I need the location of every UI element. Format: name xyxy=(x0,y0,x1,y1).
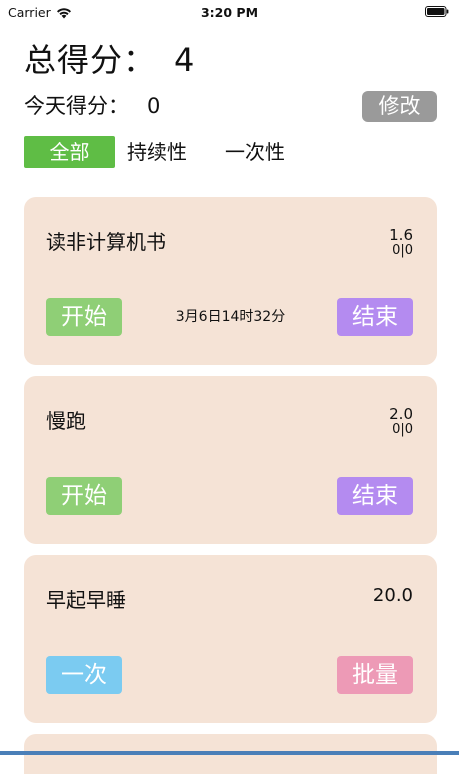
task-score: 2.0 0|0 xyxy=(389,406,413,438)
tab-continuous[interactable]: 持续性 xyxy=(127,136,187,168)
end-button[interactable]: 结束 xyxy=(337,298,413,336)
task-title: 早起早睡 xyxy=(46,588,126,612)
task-title: 读非计算机书 xyxy=(46,230,166,254)
today-score-row: 今天得分： 0 xyxy=(24,92,160,120)
task-list: 读非计算机书 1.6 0|0 开始 3月6日14时32分 结束 慢跑 2.0 0… xyxy=(24,197,437,734)
status-bar: Carrier 3:20 PM xyxy=(0,0,459,26)
end-button[interactable]: 结束 xyxy=(337,477,413,515)
bottom-edge-bar xyxy=(0,751,459,755)
tab-one-time[interactable]: 一次性 xyxy=(225,136,285,168)
task-score: 1.6 0|0 xyxy=(389,227,413,259)
task-card: 慢跑 2.0 0|0 开始 结束 xyxy=(24,376,437,544)
total-score-value: 4 xyxy=(174,41,195,79)
total-score-label: 总得分： xyxy=(24,41,157,79)
task-score-value: 2.0 xyxy=(389,405,413,423)
status-time: 3:20 PM xyxy=(200,5,259,20)
task-score-value: 20.0 xyxy=(372,585,413,606)
once-button[interactable]: 一次 xyxy=(46,656,122,694)
task-card: 早起早睡 20.0 一次 批量 xyxy=(24,555,437,723)
tab-all[interactable]: 全部 xyxy=(24,136,115,168)
task-score: 20.0 xyxy=(373,585,413,607)
today-score-label: 今天得分： xyxy=(24,94,129,118)
task-score-counts: 0|0 xyxy=(392,422,413,437)
task-score-value: 1.6 xyxy=(389,226,413,244)
today-score-value: 0 xyxy=(147,94,161,118)
task-title: 慢跑 xyxy=(46,409,86,433)
batch-button[interactable]: 批量 xyxy=(337,656,413,694)
total-score-row: 总得分： 4 xyxy=(24,38,194,82)
edit-button[interactable]: 修改 xyxy=(362,91,437,122)
task-card: 读非计算机书 1.6 0|0 开始 3月6日14时32分 结束 xyxy=(24,197,437,365)
start-button[interactable]: 开始 xyxy=(46,477,122,515)
task-score-counts: 0|0 xyxy=(392,243,413,258)
battery-icon xyxy=(425,6,449,17)
filter-tabs: 全部 持续性 一次性 xyxy=(24,136,285,168)
